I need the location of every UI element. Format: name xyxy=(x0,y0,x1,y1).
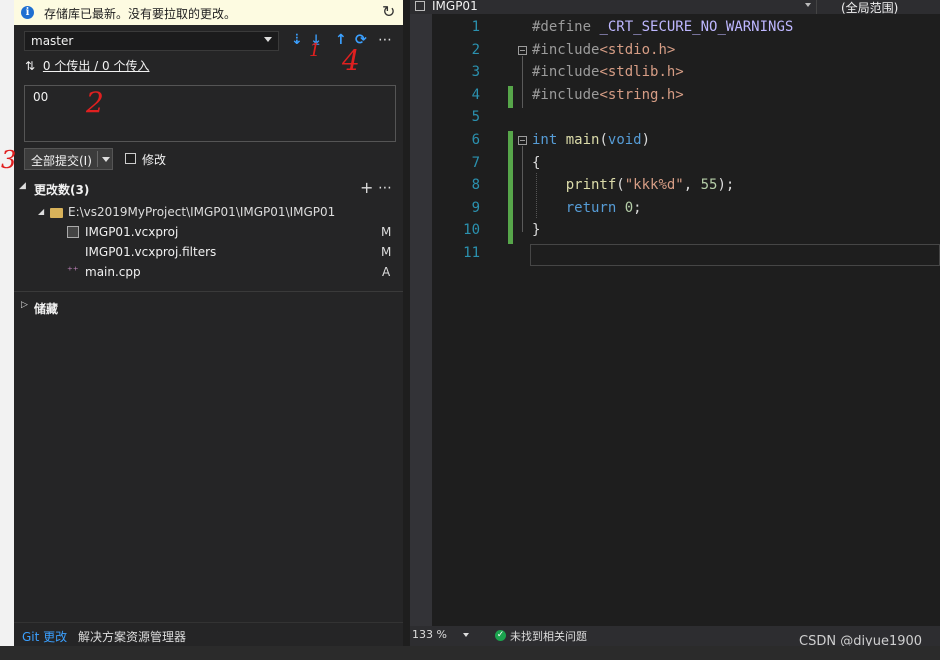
check-icon: ✓ xyxy=(495,630,506,641)
file-name: main.cpp xyxy=(85,265,141,279)
branch-dropdown[interactable]: master xyxy=(24,31,279,51)
commit-dropdown-chevron-icon[interactable] xyxy=(102,157,110,162)
commit-all-label: 全部提交(I) xyxy=(31,154,92,168)
bottom-tab-bar: Git 更改 解决方案资源管理器 xyxy=(14,622,403,646)
fold-toggle-icon[interactable] xyxy=(518,46,527,55)
line-number: 1 xyxy=(471,19,480,35)
expand-changes-icon[interactable]: ◢ xyxy=(19,181,26,191)
amend-label: 修改 xyxy=(142,153,167,167)
project-dropdown[interactable]: IMGP01 xyxy=(432,0,478,13)
stage-all-icon[interactable]: + xyxy=(360,178,373,197)
left-edge-strip xyxy=(0,0,14,660)
line-number: 3 xyxy=(471,64,480,80)
chevron-down-icon[interactable] xyxy=(805,3,811,7)
code-line: #define _CRT_SECURE_NO_WARNINGS xyxy=(532,19,794,35)
folder-path: E:\vs2019MyProject\IMGP01\IMGP01\IMGP01 xyxy=(68,205,336,219)
split-separator xyxy=(97,151,98,167)
refresh-icon[interactable]: ↻ xyxy=(382,2,395,21)
code-line: { xyxy=(532,155,541,171)
code-line: printf("kkk%d", 55); xyxy=(565,177,735,193)
branch-name: master xyxy=(31,34,74,48)
info-bar: i 存储库已最新。没有要拉取的更改。 ↻ xyxy=(14,0,403,25)
project-icon xyxy=(415,1,425,11)
line-number: 8 xyxy=(471,177,480,193)
file-name: IMGP01.vcxproj xyxy=(85,225,179,239)
code-line: int main(void) xyxy=(532,132,651,148)
line-number: 4 xyxy=(471,87,480,103)
folder-icon xyxy=(50,208,63,218)
divider xyxy=(14,291,403,292)
change-indicator xyxy=(508,131,513,244)
code-editor[interactable]: IMGP01 (全局范围) 1 2 3 4 5 6 7 8 9 10 11 #d… xyxy=(410,0,940,646)
issues-status[interactable]: 未找到相关问题 xyxy=(510,628,587,644)
change-indicator xyxy=(508,86,513,108)
up-down-arrows-icon: ⇅ xyxy=(25,59,36,73)
file-status: A xyxy=(382,265,391,279)
tab-git-changes[interactable]: Git 更改 xyxy=(22,628,67,645)
commit-message-text: 00 xyxy=(33,90,49,104)
file-status: M xyxy=(381,225,392,239)
fetch-icon[interactable]: ⇣ xyxy=(291,32,303,48)
editor-nav-bar: IMGP01 (全局范围) xyxy=(410,0,940,15)
tab-solution-explorer[interactable]: 解决方案资源管理器 xyxy=(78,628,186,645)
changes-header: 更改数(3) xyxy=(34,183,90,197)
stash-header: 储藏 xyxy=(34,302,59,316)
outgoing-incoming-link[interactable]: 0 个传出 / 0 个传入 xyxy=(43,59,150,73)
annotation-2: 2 xyxy=(86,86,104,119)
git-changes-panel: i 存储库已最新。没有要拉取的更改。 ↻ master ⇣ ⤓ ↑ ⟳ ⋯ ⇅ … xyxy=(14,0,403,646)
line-number: 9 xyxy=(471,200,480,216)
vcxproj-icon xyxy=(67,226,79,238)
line-number: 10 xyxy=(463,222,480,238)
info-icon: i xyxy=(21,6,34,19)
code-line: } xyxy=(532,222,541,238)
code-line: #include<string.h> xyxy=(532,87,684,103)
annotation-3: 3 xyxy=(1,146,17,174)
annotation-4: 4 xyxy=(342,44,360,77)
commit-all-button[interactable]: 全部提交(I) xyxy=(24,148,113,170)
bottom-bar xyxy=(0,646,940,660)
cpp-file-icon: ⁺⁺ xyxy=(67,264,79,277)
file-name: IMGP01.vcxproj.filters xyxy=(85,245,217,259)
file-status: M xyxy=(381,245,392,259)
line-number: 5 xyxy=(471,109,480,125)
fold-guide xyxy=(522,56,523,108)
scope-label: (全局范围) xyxy=(841,1,899,15)
code-line: #include<stdlib.h> xyxy=(532,64,684,80)
line-number: 11 xyxy=(463,245,480,261)
fold-guide xyxy=(522,146,523,232)
code-line: return 0; xyxy=(565,200,642,216)
sync-status: ⇅ 0 个传出 / 0 个传入 xyxy=(25,57,149,74)
editor-gutter xyxy=(410,14,432,626)
more-options-icon[interactable]: ⋯ xyxy=(378,32,392,48)
line-number: 6 xyxy=(471,132,480,148)
expand-stash-icon[interactable]: ▷ xyxy=(21,300,28,310)
amend-checkbox[interactable] xyxy=(125,153,136,164)
zoom-level[interactable]: 133 % xyxy=(412,628,447,641)
chevron-down-icon xyxy=(264,37,272,42)
expand-folder-icon[interactable]: ◢ xyxy=(38,207,44,216)
annotation-1: 1 xyxy=(309,40,321,61)
commit-message-input[interactable]: 00 xyxy=(24,85,396,142)
current-line-highlight xyxy=(530,244,940,266)
list-item[interactable]: IMGP01.vcxproj M xyxy=(14,223,403,243)
list-item[interactable]: IMGP01.vcxproj.filters M xyxy=(14,243,403,263)
info-message: 存储库已最新。没有要拉取的更改。 xyxy=(44,7,237,21)
changes-more-icon[interactable]: ⋯ xyxy=(378,180,392,196)
scope-dropdown[interactable]: (全局范围) xyxy=(816,0,940,15)
list-item[interactable]: ⁺⁺ main.cpp A xyxy=(14,263,403,283)
zoom-chevron-icon[interactable] xyxy=(463,633,469,637)
line-number: 2 xyxy=(471,42,480,58)
line-number: 7 xyxy=(471,155,480,171)
fold-toggle-icon[interactable] xyxy=(518,136,527,145)
code-line: #include<stdio.h> xyxy=(532,42,676,58)
